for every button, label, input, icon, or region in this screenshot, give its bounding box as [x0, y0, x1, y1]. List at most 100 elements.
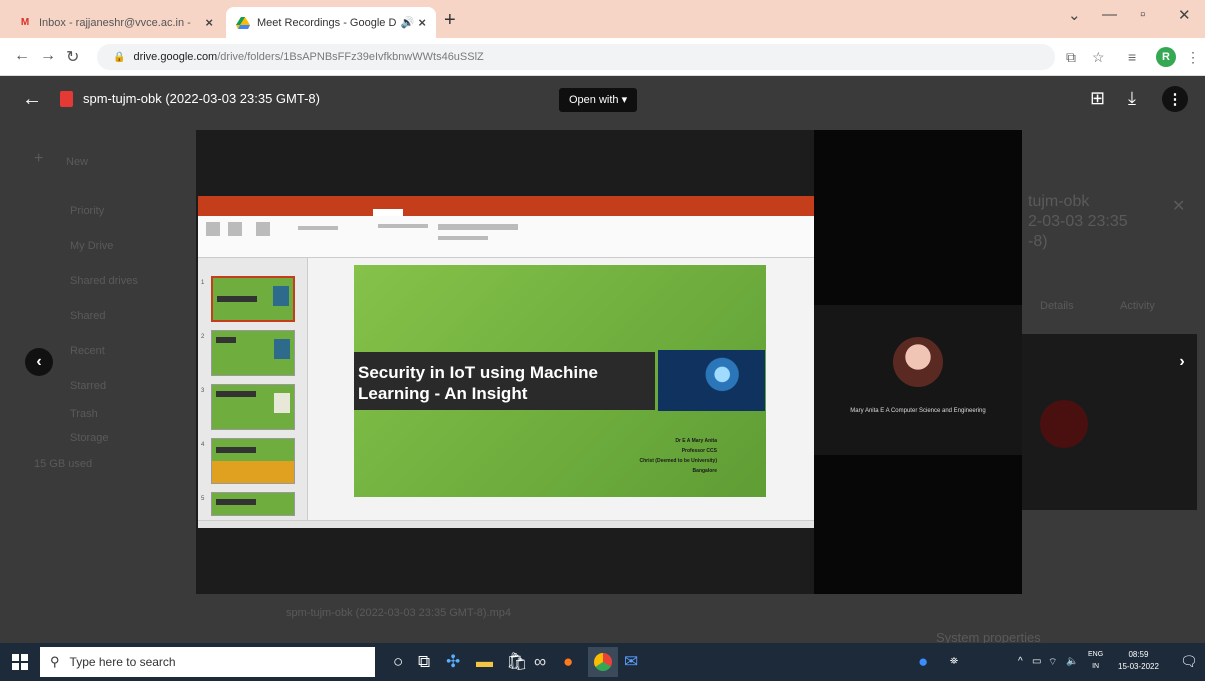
sidebar-item-priority: Priority: [70, 205, 105, 217]
sidebar-item-shared: Shared: [70, 310, 106, 322]
file-row: spm-tujm-obk (2022-03-03 23:35 GMT-8).mp…: [286, 607, 511, 619]
slide-thumbnail: [211, 330, 295, 376]
network-icon[interactable]: ⌔: [1048, 656, 1057, 669]
tab-search-icon[interactable]: ⌄: [1068, 6, 1081, 24]
previous-file-button[interactable]: ‹: [25, 348, 53, 376]
slide-thumbnail: [211, 438, 295, 484]
slide-author-title: Professor CCS: [681, 448, 717, 454]
tab-gmail[interactable]: M Inbox - rajjaneshr@vvce.ac.in - ×: [8, 7, 223, 38]
sidebar-item-recent: Recent: [70, 345, 105, 357]
slide-thumbnail: [211, 276, 295, 322]
date: 15-03-2022: [1118, 662, 1159, 671]
sidebar-item-my-drive: My Drive: [70, 240, 114, 252]
notifications-icon[interactable]: 🗨: [1180, 653, 1198, 670]
speaker-icon[interactable]: 🔊: [401, 16, 415, 29]
file-explorer-icon[interactable]: ▬: [476, 652, 493, 672]
slide-title: Security in IoT using Machine Learning -…: [358, 362, 658, 404]
new-tab-button[interactable]: +: [444, 9, 456, 32]
cortana-icon[interactable]: ○: [393, 652, 403, 672]
lock-icon[interactable]: 🔒: [113, 52, 125, 63]
thumb-number: 3: [201, 388, 205, 394]
ribbon-button: [228, 222, 242, 236]
tab-label: Meet Recordings - Google D: [257, 16, 397, 29]
battery-icon[interactable]: ▭: [1032, 656, 1041, 667]
more-options-icon[interactable]: ⋮: [1162, 86, 1188, 112]
address-toolbar: ← → ↻ 🔒 drive.google.com /drive/folders/…: [0, 38, 1205, 76]
slide-thumbnail: [211, 492, 295, 516]
windows-start-icon[interactable]: [12, 654, 28, 670]
participant-name: Mary Anita E A Computer Science and Engi…: [850, 408, 986, 414]
lang-code: ENG: [1088, 651, 1104, 658]
tab-meet-recordings[interactable]: Meet Recordings - Google D 🔊 ×: [226, 7, 436, 38]
search-icon: ⚲: [50, 654, 60, 669]
video-file-icon: [60, 91, 73, 107]
reading-list-icon[interactable]: ≡: [1128, 49, 1136, 65]
panel-title-line: tujm-obk: [1028, 193, 1090, 210]
file-title: spm-tujm-obk (2022-03-03 23:35 GMT-8): [83, 91, 320, 106]
url-host: drive.google.com: [133, 51, 218, 63]
next-file-button[interactable]: ›: [1170, 350, 1194, 374]
close-window-button[interactable]: ✕: [1178, 6, 1191, 24]
people-icon[interactable]: ⛯: [950, 656, 958, 667]
app-icon[interactable]: ✣: [446, 652, 460, 672]
ppt-ribbon: [198, 216, 814, 258]
back-arrow-icon[interactable]: ←: [22, 88, 42, 111]
mail-icon[interactable]: ✉: [624, 652, 638, 672]
task-view-icon[interactable]: ⧉: [418, 652, 430, 672]
panel-title-line: 2-03-03 23:35: [1028, 213, 1128, 230]
forward-arrow-icon[interactable]: →: [40, 47, 56, 65]
gmail-icon: M: [20, 17, 30, 28]
region-code: IN: [1092, 663, 1100, 670]
chrome-icon[interactable]: [588, 647, 618, 677]
ppt-title-bar: [198, 196, 814, 208]
details-panel-title: tujm-obk 2-03-03 23:35 -8): [1028, 192, 1128, 252]
language-indicator[interactable]: ENG IN: [1088, 649, 1103, 673]
star-icon[interactable]: ☆: [1092, 49, 1105, 66]
url-bar[interactable]: 🔒 drive.google.com /drive/folders/1BsAPN…: [97, 44, 1055, 70]
reload-icon[interactable]: ↻: [66, 47, 79, 67]
sidebar-item-trash: Trash: [70, 408, 98, 420]
volume-icon[interactable]: 🔈: [1066, 656, 1078, 667]
avatar[interactable]: R: [1156, 47, 1176, 67]
slide-author-city: Bangalore: [692, 468, 717, 474]
taskbar-clock[interactable]: 08:59 15-03-2022: [1118, 649, 1159, 673]
thumb-number: 5: [201, 496, 205, 502]
browser-menu-icon[interactable]: ⋮: [1186, 49, 1200, 66]
close-tab-icon[interactable]: ×: [205, 15, 213, 30]
open-with-button[interactable]: Open with ▾: [559, 88, 638, 112]
share-icon[interactable]: ⧉: [1066, 49, 1076, 66]
store-icon[interactable]: 🛍: [506, 652, 528, 672]
thumb-number: 2: [201, 334, 205, 340]
meet-notification-icon[interactable]: ●: [918, 652, 928, 672]
slide-author: Dr E A Mary Anita: [675, 438, 717, 444]
minimize-button[interactable]: —: [1102, 6, 1117, 23]
ribbon-button: [378, 224, 428, 228]
show-hidden-icons[interactable]: ^: [1018, 656, 1023, 667]
download-icon[interactable]: ⤓: [1128, 88, 1136, 109]
ribbon-button: [438, 236, 488, 240]
sidebar-item-new: New: [66, 156, 89, 168]
thumb-number: 4: [201, 442, 205, 448]
slide-title-line: Security in IoT using Machine: [358, 363, 598, 382]
search-placeholder: Type here to search: [69, 655, 176, 669]
panel-title-line: -8): [1028, 233, 1048, 250]
taskbar-search-box[interactable]: ⚲ Type here to search: [40, 647, 375, 677]
url-path: /drive/folders/1BsAPNBsFFz39eIvfkbnwWWts…: [217, 51, 484, 63]
maximize-button[interactable]: ▫: [1140, 6, 1145, 23]
back-arrow-icon[interactable]: ←: [14, 47, 30, 65]
new-plus-icon: +: [34, 150, 44, 167]
windows-taskbar: ⚲ Type here to search ○ ⧉ ✣ ▬ 🛍 ∞ ● ✉ ● …: [0, 643, 1205, 681]
slide-author-affiliation: Christ (Deemed to be University): [639, 458, 717, 464]
ppt-ribbon-tabs: [198, 208, 814, 216]
ppt-selected-tab: [373, 209, 403, 216]
panel-tab-details: Details: [1040, 300, 1074, 312]
sidebar-item-shared-drives: Shared drives: [70, 275, 138, 287]
app-icon[interactable]: ∞: [534, 652, 546, 672]
panel-tab-activity: Activity: [1120, 300, 1155, 312]
ribbon-button: [256, 222, 270, 236]
avatar: [893, 337, 943, 387]
close-tab-icon[interactable]: ×: [418, 15, 426, 30]
add-to-drive-icon[interactable]: ⊞: [1090, 88, 1105, 109]
firefox-icon[interactable]: ●: [563, 652, 573, 672]
play-icon: [1040, 400, 1088, 448]
